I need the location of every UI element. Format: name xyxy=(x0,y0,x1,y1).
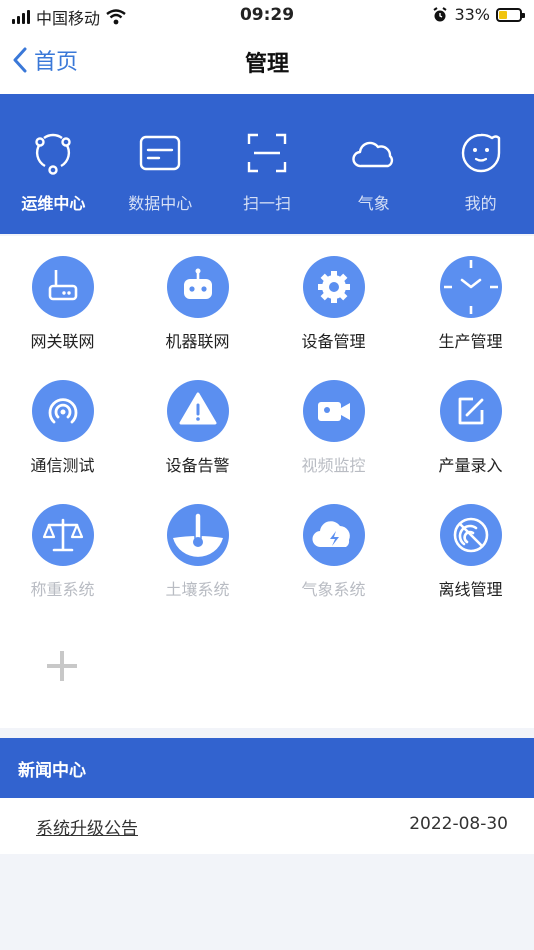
tab-label: 我的 xyxy=(464,194,497,213)
tab-ops-center[interactable]: 运维中心 xyxy=(0,94,107,234)
scale-icon xyxy=(42,518,83,552)
signal-broadcast-icon xyxy=(48,398,77,424)
icon-circle xyxy=(31,256,94,318)
thermometer-icon xyxy=(172,512,223,557)
cloud-icon xyxy=(352,141,393,168)
icon-circle xyxy=(302,256,365,318)
grid-item-device-alarm[interactable]: 设备告警 xyxy=(131,380,264,476)
grid-item-label: 称重系统 xyxy=(30,580,95,599)
grid-item-label: 生产管理 xyxy=(438,332,503,351)
icon-circle xyxy=(439,380,502,442)
icon-circle xyxy=(166,256,229,318)
grid-item-gateway[interactable]: 网关联网 xyxy=(0,256,129,352)
scan-icon xyxy=(247,133,287,173)
grid-item-comm-test[interactable]: 通信测试 xyxy=(0,380,129,476)
warning-icon xyxy=(179,392,216,425)
grid-item-weather-system[interactable]: 气象系统 xyxy=(267,504,400,600)
grid-item-label: 机器联网 xyxy=(165,332,230,351)
router-icon xyxy=(48,270,77,301)
alarm-icon xyxy=(433,6,447,21)
grid-item-weighing-system[interactable]: 称重系统 xyxy=(0,504,129,600)
tab-weather[interactable]: 气象 xyxy=(320,94,427,234)
news-list-item[interactable]: 系统升级公告 2022-08-30 xyxy=(0,798,534,854)
grid-item-label: 通信测试 xyxy=(30,456,95,475)
navigation-bar: 首页 管理 xyxy=(0,32,534,94)
tab-label: 气象 xyxy=(357,194,390,213)
clock-icon xyxy=(443,260,498,314)
offline-icon xyxy=(453,517,488,553)
grid-item-device-mgmt[interactable]: 设备管理 xyxy=(267,256,400,352)
grid-item-label: 设备管理 xyxy=(301,332,366,351)
icon-circle xyxy=(166,380,229,442)
grid-item-video-surveillance[interactable]: 视频监控 xyxy=(267,380,400,476)
grid-item-label: 土壤系统 xyxy=(165,580,230,599)
icon-circle xyxy=(31,504,94,566)
top-tab-bar: 运维中心 数据中心 扫一扫 气象 我的 xyxy=(0,94,534,234)
tab-data-center[interactable]: 数据中心 xyxy=(107,94,214,234)
tab-label: 扫一扫 xyxy=(242,194,291,213)
page-title: 管理 xyxy=(244,52,289,77)
status-right: 33% xyxy=(432,5,525,24)
tab-scan[interactable]: 扫一扫 xyxy=(214,94,321,234)
icon-circle xyxy=(439,504,502,566)
status-bar: 中国移动 09:29 33% xyxy=(0,0,534,32)
ops-network-icon xyxy=(35,133,72,175)
battery-percent: 33% xyxy=(454,5,490,24)
grid-item-label: 视频监控 xyxy=(301,456,366,475)
grid-item-label: 设备告警 xyxy=(165,456,230,475)
icon-circle xyxy=(439,256,502,318)
tab-label: 数据中心 xyxy=(128,194,193,213)
robot-icon xyxy=(183,268,212,299)
news-item-date: 2022-08-30 xyxy=(409,814,508,834)
tab-label: 运维中心 xyxy=(21,194,86,213)
icon-circle xyxy=(31,380,94,442)
grid-item-offline-mgmt[interactable]: 离线管理 xyxy=(404,504,534,600)
video-camera-icon xyxy=(317,402,350,421)
icon-circle xyxy=(166,504,229,566)
cloud-lightning-icon xyxy=(311,521,350,548)
icon-circle xyxy=(302,380,365,442)
news-center-header: 新闻中心 xyxy=(0,738,534,798)
grid-item-label: 离线管理 xyxy=(438,580,503,599)
add-function-button[interactable] xyxy=(44,648,80,684)
grid-item-label: 网关联网 xyxy=(30,332,95,351)
news-item-title[interactable]: 系统升级公告 xyxy=(36,814,138,839)
battery-icon xyxy=(496,7,525,22)
grid-item-label: 产量录入 xyxy=(438,456,503,475)
profile-face-icon xyxy=(461,133,500,173)
grid-item-production-mgmt[interactable]: 生产管理 xyxy=(404,256,534,352)
grid-item-machine-network[interactable]: 机器联网 xyxy=(131,256,264,352)
gear-icon xyxy=(317,271,350,303)
card-icon xyxy=(139,135,181,171)
edit-icon xyxy=(458,397,483,425)
grid-item-output-entry[interactable]: 产量录入 xyxy=(404,380,534,476)
news-center-title: 新闻中心 xyxy=(18,761,86,781)
grid-item-soil-system[interactable]: 土壤系统 xyxy=(131,504,264,600)
tab-mine[interactable]: 我的 xyxy=(427,94,534,234)
icon-circle xyxy=(302,504,365,566)
grid-item-label: 气象系统 xyxy=(301,580,366,599)
